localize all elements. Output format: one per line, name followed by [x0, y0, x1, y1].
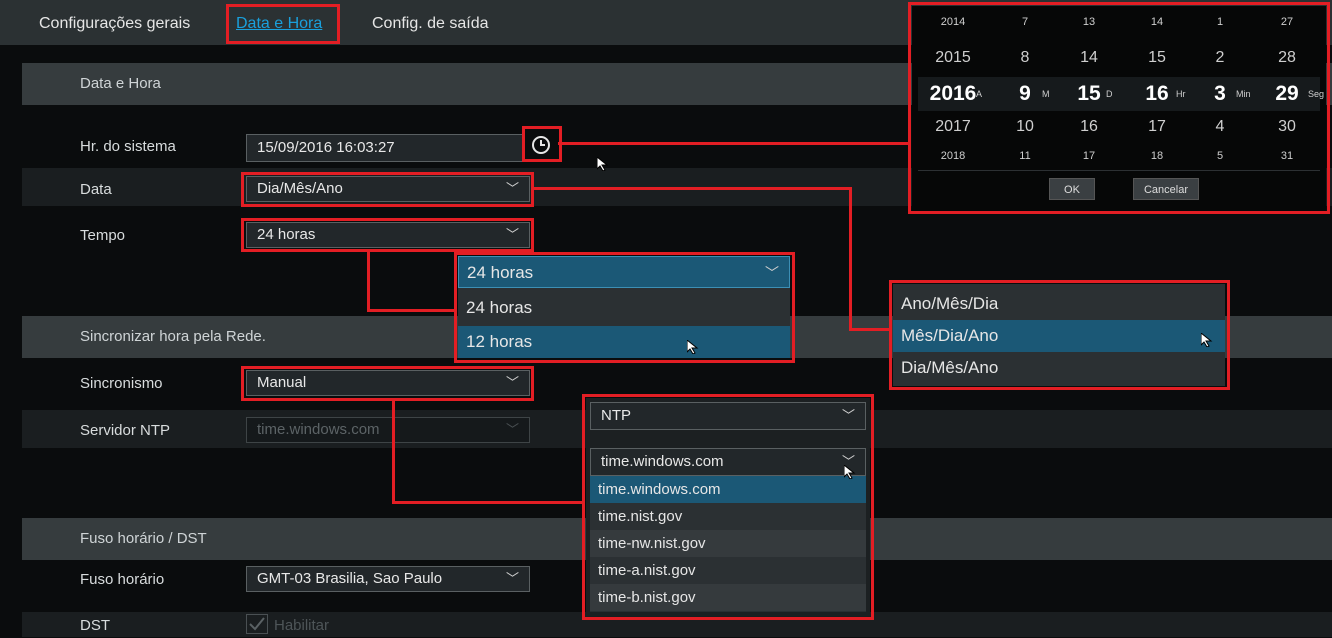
timezone-value: GMT-03 Brasilia, Sao Paulo: [257, 570, 443, 587]
picker-value[interactable]: 2015: [922, 44, 984, 72]
picker-value[interactable]: 17: [1064, 146, 1114, 166]
ntp-server-list: time.windows.com time.nist.gov time-nw.n…: [590, 476, 866, 612]
picker-value[interactable]: 2014: [922, 12, 984, 32]
ntp-server-select: time.windows.com ﹀: [246, 417, 530, 443]
picker-ok-button[interactable]: OK: [1049, 178, 1095, 200]
chevron-down-icon: ﹀: [765, 265, 779, 281]
dst-enable-label: Habilitar: [274, 617, 330, 634]
date-format-select[interactable]: Dia/Mês/Ano ﹀: [246, 176, 530, 202]
picker-value[interactable]: 18: [1130, 146, 1184, 166]
connector-line: [558, 142, 910, 145]
label-system-time: Hr. do sistema: [80, 138, 176, 155]
sync-select[interactable]: Manual ﹀: [246, 370, 530, 396]
ntp-option-windows[interactable]: time.windows.com: [590, 476, 866, 503]
label-ntp-server: Servidor NTP: [80, 422, 171, 439]
picker-value[interactable]: 1: [1196, 12, 1244, 32]
date-option-ymd[interactable]: Ano/Mês/Dia: [893, 288, 1225, 320]
time-format-dropdown: 24 horas ﹀ 24 horas 12 horas: [458, 256, 790, 358]
sync-dropdown-value: NTP: [601, 407, 631, 424]
date-option-mdy[interactable]: Mês/Dia/Ano: [893, 320, 1225, 352]
picker-value[interactable]: 4: [1196, 113, 1244, 141]
system-time-input[interactable]: 15/09/2016 16:03:27: [246, 134, 524, 162]
label-time: Tempo: [80, 227, 126, 244]
chevron-down-icon: ﹀: [505, 227, 519, 242]
picker-value[interactable]: 2016: [922, 77, 984, 111]
checkbox-icon: [249, 617, 265, 631]
picker-value[interactable]: 2: [1196, 44, 1244, 72]
chevron-down-icon: ﹀: [505, 181, 519, 196]
time-option-12h[interactable]: 12 horas: [458, 326, 790, 358]
picker-value[interactable]: 13: [1064, 12, 1114, 32]
ntp-option-nist-a[interactable]: time-a.nist.gov: [590, 557, 866, 584]
connector-line: [392, 401, 395, 504]
sync-dropdown-select[interactable]: NTP ﹀: [590, 402, 866, 430]
sync-dropdown-panel: NTP ﹀ time.windows.com ﹀ time.windows.com …: [586, 398, 870, 616]
picker-unit-label: Min: [1236, 89, 1251, 99]
picker-value[interactable]: 28: [1258, 44, 1316, 72]
picker-unit-label: Hr: [1176, 89, 1186, 99]
clock-button[interactable]: [524, 130, 558, 160]
picker-value[interactable]: 30: [1258, 113, 1316, 141]
picker-divider: [918, 170, 1320, 171]
datetime-picker: 2014 7 13 14 1 27 2015 8 14 15 2 28 2016 9 15 16 3 29 2017…: [912, 6, 1326, 212]
date-format-dropdown: Ano/Mês/Dia Mês/Dia/Ano Dia/Mês/Ano: [893, 284, 1225, 386]
tab-date-time[interactable]: Data e Hora: [236, 0, 322, 45]
picker-unit-label: D: [1106, 89, 1113, 99]
chevron-down-icon: ﹀: [505, 375, 519, 390]
connector-line: [392, 501, 584, 504]
timezone-select[interactable]: GMT-03 Brasilia, Sao Paulo ﹀: [246, 566, 530, 592]
ntp-dropdown-value: time.windows.com: [601, 453, 724, 470]
ntp-option-nist[interactable]: time.nist.gov: [590, 503, 866, 530]
picker-value[interactable]: 16: [1064, 113, 1114, 141]
connector-line: [367, 309, 455, 312]
picker-value[interactable]: 7: [1000, 12, 1050, 32]
label-sync: Sincronismo: [80, 375, 163, 392]
ntp-option-nist-nw[interactable]: time-nw.nist.gov: [590, 530, 866, 557]
picker-unit-label: A: [976, 89, 983, 99]
label-date: Data: [80, 181, 112, 198]
ntp-server-value: time.windows.com: [257, 421, 380, 438]
picker-value[interactable]: 14: [1064, 44, 1114, 72]
picker-value[interactable]: 31: [1258, 146, 1316, 166]
time-format-value: 24 horas: [257, 226, 316, 243]
picker-value[interactable]: 11: [1000, 146, 1050, 166]
tab-output-config[interactable]: Config. de saída: [372, 0, 489, 45]
picker-value[interactable]: 5: [1196, 146, 1244, 166]
picker-value[interactable]: 14: [1130, 12, 1184, 32]
picker-unit-label: M: [1042, 89, 1050, 99]
chevron-down-icon: ﹀: [505, 571, 519, 586]
picker-value[interactable]: 2018: [922, 146, 984, 166]
time-dropdown-selected[interactable]: 24 horas ﹀: [458, 256, 790, 288]
label-dst: DST: [80, 617, 110, 634]
ntp-dropdown-select[interactable]: time.windows.com ﹀: [590, 448, 866, 476]
picker-value[interactable]: 17: [1130, 113, 1184, 141]
connector-line: [534, 187, 852, 190]
connector-line: [849, 328, 889, 331]
dst-checkbox[interactable]: [246, 614, 268, 634]
ntp-option-nist-b[interactable]: time-b.nist.gov: [590, 584, 866, 611]
tab-general-settings[interactable]: Configurações gerais: [39, 0, 190, 45]
picker-value[interactable]: 2017: [922, 113, 984, 141]
chevron-down-icon: ﹀: [505, 422, 519, 437]
picker-cancel-button[interactable]: Cancelar: [1133, 178, 1199, 200]
connector-line: [849, 187, 852, 331]
clock-icon: [532, 136, 550, 154]
picker-value[interactable]: 27: [1258, 12, 1316, 32]
picker-value[interactable]: 15: [1130, 44, 1184, 72]
connector-line: [367, 252, 370, 312]
picker-value[interactable]: 8: [1000, 44, 1050, 72]
time-option-24h[interactable]: 24 horas: [458, 292, 790, 324]
sync-value: Manual: [257, 374, 307, 391]
chevron-down-icon: ﹀: [841, 408, 855, 423]
date-option-dmy[interactable]: Dia/Mês/Ano: [893, 352, 1225, 384]
picker-value[interactable]: 10: [1000, 113, 1050, 141]
label-timezone: Fuso horário: [80, 571, 165, 588]
time-format-select[interactable]: 24 horas ﹀: [246, 222, 530, 248]
time-dropdown-selected-text: 24 horas: [467, 263, 534, 282]
picker-unit-label: Seg: [1308, 89, 1325, 99]
date-format-value: Dia/Mês/Ano: [257, 180, 343, 197]
